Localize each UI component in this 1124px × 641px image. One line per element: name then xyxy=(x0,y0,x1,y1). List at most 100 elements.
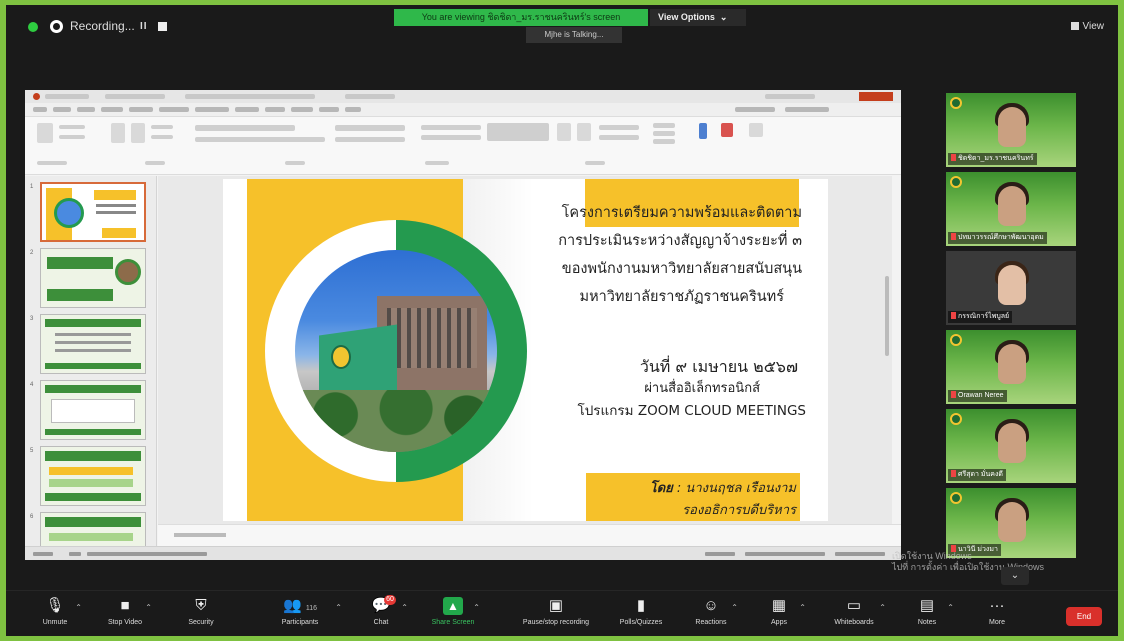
chevron-up-icon[interactable]: ⌃ xyxy=(731,603,738,612)
notes-label: Notes xyxy=(917,619,937,626)
more-button[interactable]: ··· More xyxy=(962,595,1032,635)
avatar xyxy=(998,107,1026,147)
chevron-up-icon[interactable]: ⌃ xyxy=(401,603,408,612)
trees xyxy=(295,390,497,452)
thumb-number: 3 xyxy=(30,316,34,322)
ppt-ribbon[interactable] xyxy=(25,117,901,175)
slide-title-line-4: มหาวิทยาลัยราชภัฏราชนครินทร์ xyxy=(579,289,784,305)
security-button[interactable]: ⛨ Security xyxy=(166,595,236,635)
thumb-number: 6 xyxy=(30,514,34,520)
polls-button[interactable]: ▮ Polls/Quizzes xyxy=(606,595,676,635)
participant-name: ปทมาวรรณ์ศึกษาพัฒนาอุดม xyxy=(958,234,1044,241)
polls-icon: ▮ xyxy=(636,597,646,614)
polls-label: Polls/Quizzes xyxy=(619,619,663,626)
participant-tile[interactable]: ชิดชิดา_มร.ราชนครินทร์ xyxy=(946,93,1076,167)
reactions-button[interactable]: ☺ ⌃ Reactions xyxy=(676,595,746,635)
participant-name-tag: Orawan Neree xyxy=(948,390,1007,402)
chevron-up-icon[interactable]: ⌃ xyxy=(947,603,954,612)
participant-name: Orawan Neree xyxy=(958,392,1004,399)
chevron-up-icon[interactable]: ⌃ xyxy=(799,603,806,612)
slide-title-line-2: การประเมินระหว่างสัญญาจ้างระยะที่ ๓ xyxy=(558,233,802,249)
speaker-notes-pane[interactable] xyxy=(158,524,901,546)
by-label: โดย xyxy=(649,481,673,496)
ppt-title-bar xyxy=(25,90,901,103)
participant-name-tag: ชิดชิดา_มร.ราชนครินทร์ xyxy=(948,153,1037,165)
ppt-ribbon-tabs[interactable] xyxy=(25,103,901,117)
share-screen-button[interactable]: ▲ ⌃ Share Screen xyxy=(418,595,488,635)
participant-tile[interactable]: ศรีสุดา มั่นคงดี xyxy=(946,409,1076,483)
slide-thumbnail-5[interactable] xyxy=(40,446,146,506)
current-slide: โครงการเตรียมความพร้อมและติดตาม การประเม… xyxy=(223,179,828,521)
whiteboards-label: Whiteboards xyxy=(834,619,874,626)
apps-label: Apps xyxy=(771,619,787,626)
slide-thumbnail-1[interactable] xyxy=(40,182,146,242)
slide-title-line-3: ของพนักงานมหาวิทยาลัยสายสนับสนุน xyxy=(561,261,802,277)
collapse-gallery-button[interactable]: ⌄ xyxy=(1001,567,1029,585)
slide-thumbnail-pane[interactable]: 1 2 3 4 5 6 xyxy=(25,176,157,560)
chevron-up-icon[interactable]: ⌃ xyxy=(473,603,480,612)
chevron-up-icon[interactable]: ⌃ xyxy=(75,603,82,612)
presenter-title: รองอธิการบดีบริหาร xyxy=(682,503,796,518)
slide-editor[interactable]: โครงการเตรียมความพร้อมและติดตาม การประเม… xyxy=(158,176,892,524)
university-logo-icon xyxy=(950,334,962,346)
participants-label: Participants xyxy=(281,619,319,626)
whiteboards-button[interactable]: ▭ ⌃ Whiteboards xyxy=(814,595,894,635)
university-logo-icon xyxy=(950,97,962,109)
apps-button[interactable]: ▦ ⌃ Apps xyxy=(744,595,814,635)
participant-name-tag: ศรีสุดา มั่นคงดี xyxy=(948,469,1006,481)
participants-button[interactable]: 👥 116 ⌃ Participants xyxy=(258,595,342,635)
view-button[interactable]: View xyxy=(1070,21,1105,32)
university-logo-icon xyxy=(950,413,962,425)
chat-label: Chat xyxy=(373,619,389,626)
slide-thumbnail-2[interactable] xyxy=(40,248,146,308)
muted-mic-icon xyxy=(951,470,956,477)
muted-mic-icon xyxy=(951,154,956,161)
more-label: More xyxy=(989,619,1005,626)
slide-scrollbar[interactable] xyxy=(885,276,889,356)
thumb-number: 1 xyxy=(30,184,34,190)
muted-mic-icon xyxy=(951,312,956,319)
ppt-status-bar xyxy=(25,546,901,560)
view-options-button[interactable]: View Options ⌄ xyxy=(650,9,746,26)
unmute-button[interactable]: 🎙 ⌃ Unmute xyxy=(20,595,90,635)
ppt-share-button[interactable] xyxy=(859,92,893,101)
slide-thumbnail-4[interactable] xyxy=(40,380,146,440)
presenter-name: : นางนฤชล เรือนงาม xyxy=(676,481,796,496)
chevron-up-icon[interactable]: ⌃ xyxy=(335,603,342,612)
chat-button[interactable]: 💬 60 ⌃ Chat xyxy=(346,595,416,635)
participant-name: ชิดชิดา_มร.ราชนครินทร์ xyxy=(958,155,1034,162)
participant-tile[interactable]: กรรณิการ์ไพบูลย์ xyxy=(946,251,1076,325)
avatar xyxy=(998,344,1026,384)
stop-video-button[interactable]: ■ ⌃ Stop Video xyxy=(90,595,160,635)
status-dot-icon xyxy=(28,22,38,32)
slide-program: โปรแกรม ZOOM CLOUD MEETINGS xyxy=(577,403,806,419)
chevron-up-icon[interactable]: ⌃ xyxy=(145,603,152,612)
avatar xyxy=(998,186,1026,226)
presenter-name-line: โดย : นางนฤชล เรือนงาม xyxy=(650,477,796,498)
participant-tile[interactable]: ปทมาวรรณ์ศึกษาพัฒนาอุดม xyxy=(946,172,1076,246)
share-screen-icon: ▲ xyxy=(443,597,463,615)
avatar xyxy=(998,265,1026,305)
view-label: View xyxy=(1082,21,1105,32)
avatar xyxy=(998,502,1026,542)
zoom-window: Recording... II You are viewing ชิดชิดา_… xyxy=(6,5,1118,636)
recording-icon xyxy=(50,20,63,33)
chevron-up-icon[interactable]: ⌃ xyxy=(879,603,886,612)
muted-mic-icon xyxy=(951,391,956,398)
share-banner: You are viewing ชิดชิดา_มร.ราชนครินทร์'s… xyxy=(394,9,648,26)
recording-control-label: Pause/stop recording xyxy=(522,619,590,626)
active-speaker-label: Mjhe is Talking... xyxy=(526,27,622,43)
university-logo-icon xyxy=(950,176,962,188)
participant-tile[interactable]: Orawan Neree xyxy=(946,330,1076,404)
stop-video-label: Stop Video xyxy=(107,619,143,626)
participant-tile[interactable]: นาวินี ม่วงมา xyxy=(946,488,1076,558)
slide-thumbnail-3[interactable] xyxy=(40,314,146,374)
pause-recording-button[interactable]: II xyxy=(140,21,148,32)
notes-button[interactable]: ▤ ⌃ Notes xyxy=(892,595,962,635)
end-meeting-button[interactable]: End xyxy=(1066,607,1102,626)
participants-count: 116 xyxy=(305,605,318,612)
participants-icon: 👥 116 xyxy=(258,597,342,615)
stop-recording-button[interactable] xyxy=(158,22,167,31)
university-logo-icon xyxy=(950,492,962,504)
pause-stop-recording-button[interactable]: ▣ Pause/stop recording xyxy=(506,595,606,635)
